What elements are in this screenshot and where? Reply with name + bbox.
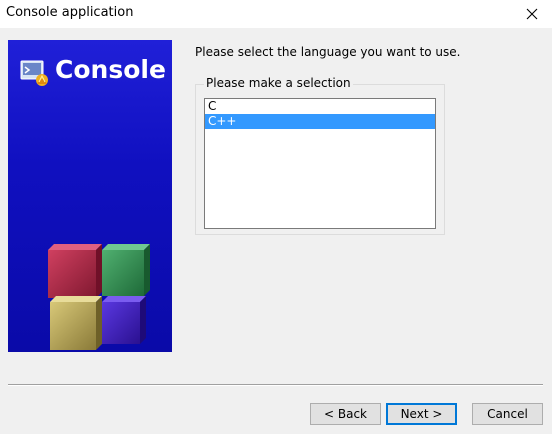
close-button[interactable] (512, 0, 552, 28)
cubes-graphic (48, 244, 150, 350)
prompt-text: Please select the language you want to u… (195, 45, 461, 59)
language-listbox[interactable]: C C++ (204, 98, 436, 229)
next-button[interactable]: Next > (386, 403, 457, 425)
window-title: Console application (6, 5, 134, 20)
wizard-content: Console Please select the language you w… (0, 28, 552, 434)
list-item-c[interactable]: C (205, 99, 435, 114)
cancel-button[interactable]: Cancel (472, 403, 543, 425)
banner-title: Console (55, 55, 166, 84)
footer-separator (8, 384, 543, 386)
close-icon (526, 8, 538, 20)
list-item-cpp[interactable]: C++ (205, 114, 435, 129)
selection-groupbox-label: Please make a selection (204, 76, 353, 90)
back-button[interactable]: < Back (310, 403, 381, 425)
wizard-window: Console application Console Please selec… (0, 0, 552, 434)
wizard-banner: Console (8, 40, 172, 352)
codeblocks-logo-icon (20, 60, 48, 86)
title-bar: Console application (0, 0, 552, 28)
